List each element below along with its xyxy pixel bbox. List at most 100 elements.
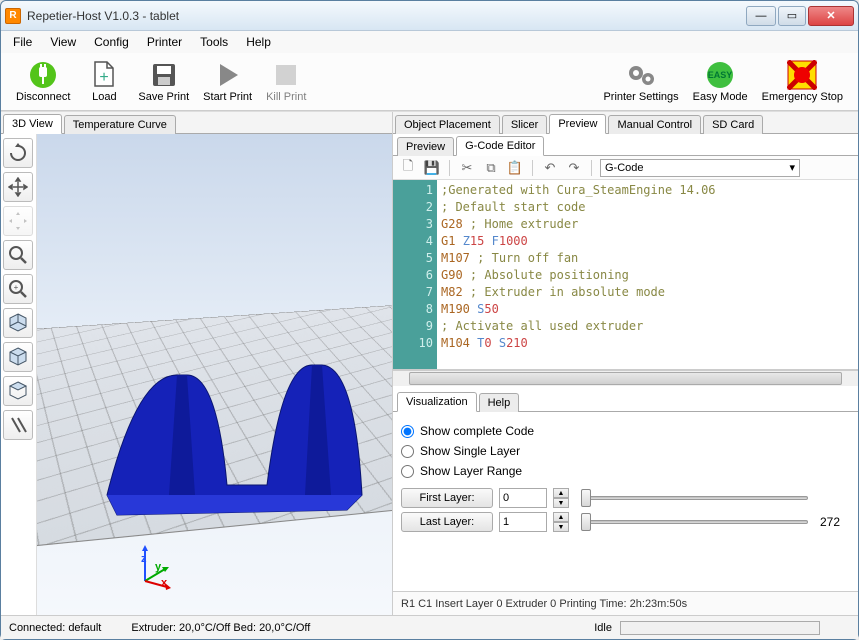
menubar: File View Config Printer Tools Help xyxy=(1,31,858,53)
radio-show-complete-input[interactable] xyxy=(401,425,414,438)
easy-mode-button[interactable]: EASY Easy Mode xyxy=(686,57,755,106)
vis-tabbar: Visualization Help xyxy=(393,390,858,412)
maximize-button[interactable]: ▭ xyxy=(778,6,806,26)
file-add-icon: + xyxy=(89,60,119,90)
3d-viewport[interactable]: zyx xyxy=(37,134,392,615)
svg-text:+: + xyxy=(100,69,109,86)
radio-show-complete[interactable]: Show complete Code xyxy=(401,424,850,438)
easy-icon: EASY xyxy=(705,60,735,90)
tab-manual-control[interactable]: Manual Control xyxy=(608,115,701,134)
code-lines[interactable]: ;Generated with Cura_SteamEngine 14.06; … xyxy=(437,180,858,369)
tab-3d-view[interactable]: 3D View xyxy=(3,114,62,134)
left-tabbar: 3D View Temperature Curve xyxy=(1,112,392,134)
menu-file[interactable]: File xyxy=(5,33,40,51)
menu-tools[interactable]: Tools xyxy=(192,33,236,51)
parallel-view-icon[interactable] xyxy=(3,410,33,440)
save-print-label: Save Print xyxy=(138,91,189,103)
top-view-icon[interactable] xyxy=(3,376,33,406)
save-icon xyxy=(149,60,179,90)
zoom-icon[interactable] xyxy=(3,240,33,270)
load-button[interactable]: + Load xyxy=(77,57,131,106)
tab-object-placement[interactable]: Object Placement xyxy=(395,115,500,134)
tab-vis-help[interactable]: Help xyxy=(479,393,520,412)
last-layer-button[interactable]: Last Layer: xyxy=(401,512,493,532)
subtab-gcode-editor[interactable]: G-Code Editor xyxy=(456,136,544,156)
menu-config[interactable]: Config xyxy=(86,33,137,51)
new-file-icon[interactable]: 🗋 xyxy=(399,159,417,177)
load-label: Load xyxy=(92,91,116,103)
disconnect-button[interactable]: Disconnect xyxy=(9,57,77,106)
move-icon[interactable] xyxy=(3,172,33,202)
left-panel: 3D View Temperature Curve + xyxy=(1,112,393,615)
subtab-preview[interactable]: Preview xyxy=(397,137,454,156)
radio-show-range[interactable]: Show Layer Range xyxy=(401,464,850,478)
paste-icon[interactable]: 📋 xyxy=(506,159,524,177)
printer-settings-button[interactable]: Printer Settings xyxy=(596,57,685,106)
iso-view-icon[interactable] xyxy=(3,308,33,338)
menu-printer[interactable]: Printer xyxy=(139,33,190,51)
radio-show-single-input[interactable] xyxy=(401,445,414,458)
tab-temperature-curve[interactable]: Temperature Curve xyxy=(64,115,176,134)
main-area: 3D View Temperature Curve + xyxy=(1,111,858,615)
tab-slicer[interactable]: Slicer xyxy=(502,115,548,134)
menu-help[interactable]: Help xyxy=(238,33,279,51)
play-icon xyxy=(213,60,243,90)
plug-icon xyxy=(28,60,58,90)
gcode-type-value: G-Code xyxy=(605,162,644,174)
right-panel: Object Placement Slicer Preview Manual C… xyxy=(393,112,858,615)
status-idle: Idle xyxy=(594,622,612,634)
statusbar: Connected: default Extruder: 20,0°C/Off … xyxy=(1,615,858,639)
3d-toolbar: + xyxy=(1,134,37,615)
radio-show-range-input[interactable] xyxy=(401,465,414,478)
kill-print-button: Kill Print xyxy=(259,57,313,106)
tab-sd-card[interactable]: SD Card xyxy=(703,115,763,134)
tab-preview[interactable]: Preview xyxy=(549,114,606,134)
visualization-panel: Show complete Code Show Single Layer Sho… xyxy=(393,412,858,542)
zoom-fit-icon[interactable]: + xyxy=(3,274,33,304)
status-extruder: Extruder: 20,0°C/Off Bed: 20,0°C/Off xyxy=(131,622,310,634)
first-layer-button[interactable]: First Layer: xyxy=(401,488,493,508)
rotate-view-icon[interactable] xyxy=(3,138,33,168)
first-layer-spinner[interactable]: ▲▼ xyxy=(553,488,569,508)
stop-icon xyxy=(271,60,301,90)
emergency-stop-button[interactable]: Emergency Stop xyxy=(755,57,850,106)
last-layer-slider[interactable] xyxy=(581,512,808,532)
copy-icon[interactable]: ⧉ xyxy=(482,159,500,177)
window-title: Repetier-Host V1.0.3 - tablet xyxy=(27,9,746,23)
gcode-type-dropdown[interactable]: G-Code ▾ xyxy=(600,159,800,177)
kill-print-label: Kill Print xyxy=(266,91,306,103)
menu-view[interactable]: View xyxy=(42,33,84,51)
svg-text:EASY: EASY xyxy=(708,70,733,80)
last-layer-spinner[interactable]: ▲▼ xyxy=(553,512,569,532)
gcode-editor[interactable]: 12345678910 ;Generated with Cura_SteamEn… xyxy=(393,180,858,370)
editor-statusbar: R1 C1 Insert Layer 0 Extruder 0 Printing… xyxy=(393,591,858,615)
editor-hscrollbar[interactable] xyxy=(393,370,858,386)
minimize-button[interactable]: — xyxy=(746,6,776,26)
line-gutter: 12345678910 xyxy=(393,180,437,369)
tab-visualization[interactable]: Visualization xyxy=(397,392,477,412)
first-layer-slider[interactable] xyxy=(581,488,808,508)
3d-viewport-container: + xyxy=(1,134,392,615)
start-print-button[interactable]: Start Print xyxy=(196,57,259,106)
save-file-icon[interactable]: 💾 xyxy=(423,159,441,177)
disconnect-label: Disconnect xyxy=(16,91,70,103)
app-icon: R xyxy=(5,8,21,24)
save-print-button[interactable]: Save Print xyxy=(131,57,196,106)
front-view-icon[interactable] xyxy=(3,342,33,372)
progress-bar xyxy=(620,621,820,635)
preview-sub-tabbar: Preview G-Code Editor xyxy=(393,134,858,156)
close-button[interactable]: ✕ xyxy=(808,6,854,26)
toolbar: Disconnect + Load Save Print Start Print… xyxy=(1,53,858,111)
cut-icon[interactable]: ✂ xyxy=(458,159,476,177)
last-layer-input[interactable] xyxy=(499,512,547,532)
move-object-icon[interactable] xyxy=(3,206,33,236)
redo-icon[interactable]: ↷ xyxy=(565,159,583,177)
radio-show-single[interactable]: Show Single Layer xyxy=(401,444,850,458)
svg-text:+: + xyxy=(14,283,19,292)
editor-toolbar: 🗋 💾 ✂ ⧉ 📋 ↶ ↷ G-Code ▾ xyxy=(393,156,858,180)
start-print-label: Start Print xyxy=(203,91,252,103)
emergency-stop-label: Emergency Stop xyxy=(762,91,843,103)
first-layer-input[interactable] xyxy=(499,488,547,508)
undo-icon[interactable]: ↶ xyxy=(541,159,559,177)
status-connected: Connected: default xyxy=(9,622,101,634)
